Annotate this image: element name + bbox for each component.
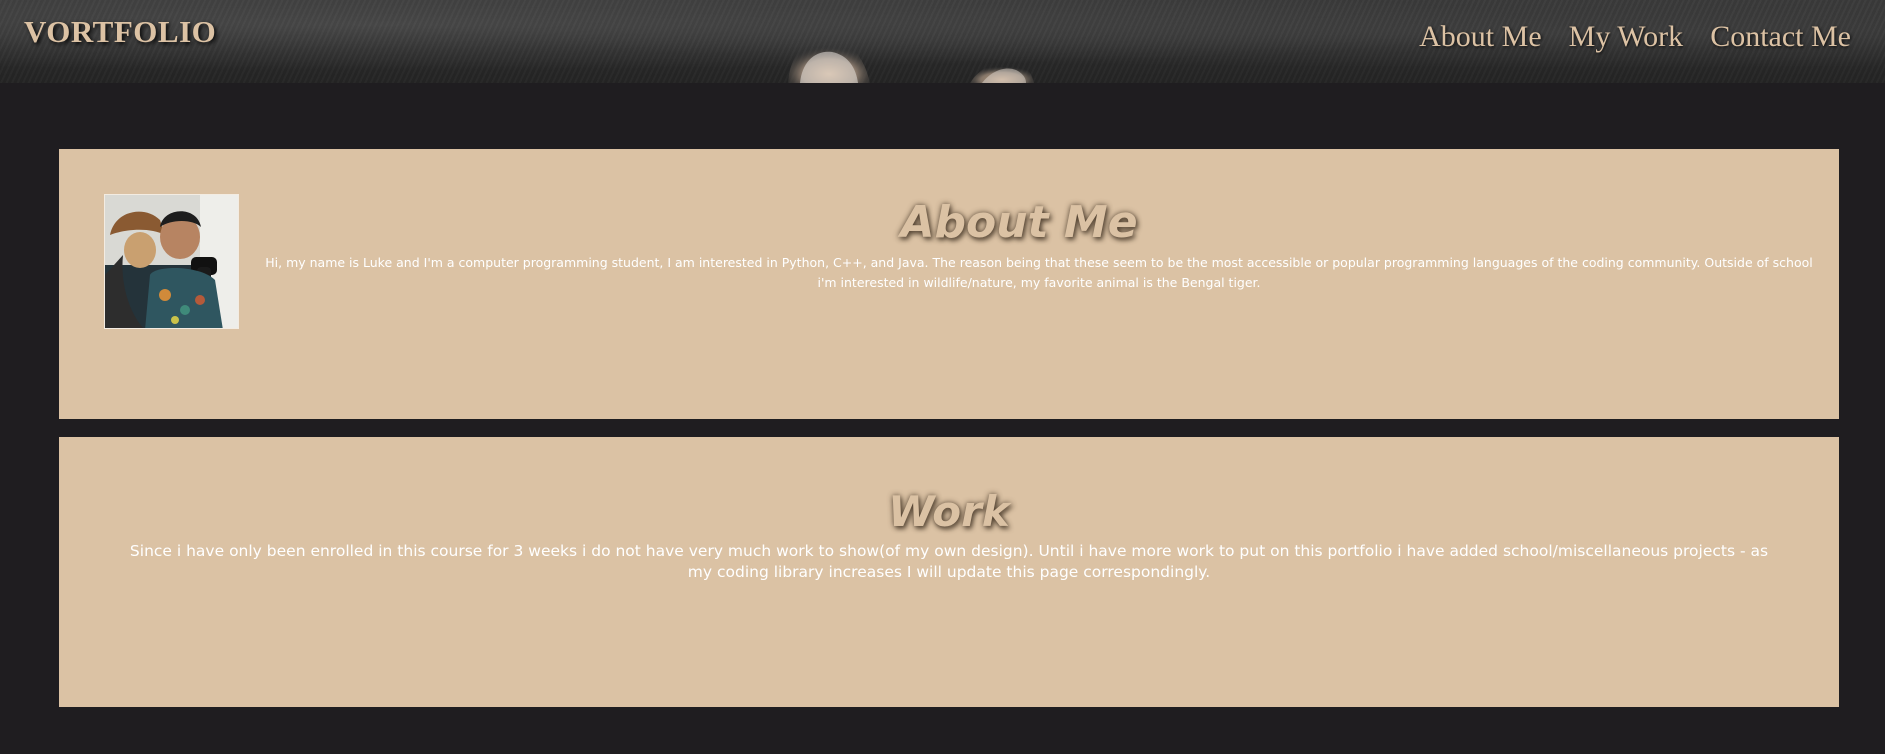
nav-link-contact-me[interactable]: Contact Me (1710, 22, 1851, 52)
site-brand-logo[interactable]: VORTFOLIO (24, 14, 216, 50)
nav-link-my-work[interactable]: My Work (1569, 22, 1684, 52)
work-text: Since i have only been enrolled in this … (129, 542, 1769, 581)
nav-link-about-me[interactable]: About Me (1419, 22, 1542, 52)
header-animal-image (788, 37, 1034, 83)
work-section: Work Since i have only been enrolled in … (59, 437, 1839, 707)
about-me-heading: About Me (900, 197, 1138, 248)
about-me-section: About Me Hi, my name is Luke and I'm a c… (59, 149, 1839, 419)
site-header: VORTFOLIO About Me My Work Contact Me (0, 0, 1885, 83)
main-navigation: About Me My Work Contact Me (1419, 22, 1851, 52)
work-heading: Work (888, 487, 1010, 536)
about-me-text: Hi, my name is Luke and I'm a computer p… (265, 255, 1813, 290)
